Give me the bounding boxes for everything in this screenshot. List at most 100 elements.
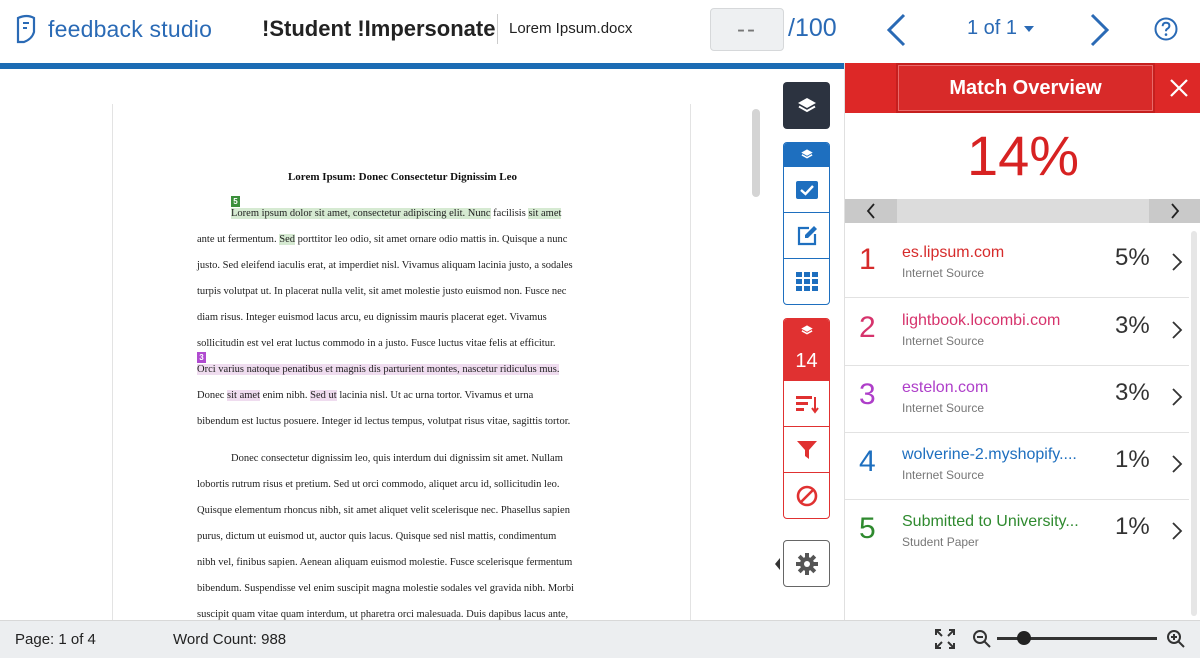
zoom-slider-handle[interactable]: [1017, 631, 1032, 645]
document-text: lacinia nisl. Ut ac urna tortor. Vivamus…: [336, 390, 534, 401]
header-divider: [497, 14, 498, 44]
filter-button[interactable]: [784, 426, 829, 472]
sort-sources-icon: [795, 395, 819, 414]
feedback-summary-button[interactable]: [784, 212, 829, 258]
match-number: 5: [859, 512, 876, 545]
document-line: Donec consectetur dignissim leo, quis in…: [231, 453, 563, 464]
block-icon: [796, 485, 817, 506]
match-percent: 3%: [1115, 379, 1150, 406]
match-badge-3[interactable]: 3: [197, 352, 206, 363]
match-type: Internet Source: [902, 334, 985, 348]
pager-previous-button[interactable]: [845, 199, 897, 223]
zoom-slider[interactable]: [997, 631, 1157, 645]
chevron-left-icon: [866, 203, 875, 219]
gear-icon: [795, 552, 818, 575]
document-line: diam risus. Integer euismod lacus arcu, …: [197, 312, 547, 323]
similarity-layer-header[interactable]: [784, 319, 829, 342]
next-paper-icon[interactable]: [1089, 12, 1111, 48]
fit-to-screen-icon[interactable]: [934, 628, 956, 650]
zoom-out-icon[interactable]: [972, 629, 992, 649]
tool-column: 14: [775, 69, 844, 620]
grade-max: /100: [788, 14, 837, 42]
match-badge-5[interactable]: 5: [231, 196, 240, 207]
match-highlight[interactable]: Lorem ipsum dolor sit amet, consectetur …: [231, 208, 491, 219]
match-item-1[interactable]: 1 es.lipsum.com Internet Source 5%: [845, 231, 1189, 298]
match-highlight[interactable]: Sed: [279, 234, 295, 245]
settings-pointer: [775, 558, 780, 570]
previous-paper-icon[interactable]: [885, 12, 907, 48]
layers-icon: [800, 149, 813, 159]
quickmark-button[interactable]: [784, 166, 829, 212]
document-line: bibendum. Suspendisse vel enim suscipit …: [197, 583, 575, 594]
match-item-3[interactable]: 3 estelon.com Internet Source 3%: [845, 366, 1189, 433]
match-source: Submitted to University...: [902, 513, 1079, 530]
paper-selector[interactable]: 1 of 1: [967, 17, 1035, 40]
document-viewer[interactable]: Lorem Ipsum: Donec Consectetur Dignissim…: [0, 69, 775, 624]
match-item-4[interactable]: 4 wolverine-2.myshopify.... Internet Sou…: [845, 433, 1189, 500]
document-line: nibh vel, finibus sapien. Aenean aliquam…: [197, 557, 573, 568]
match-type: Internet Source: [902, 266, 985, 280]
document-line: Lorem ipsum dolor sit amet, consectetur …: [231, 208, 562, 219]
top-bar: feedback studio !Student !Impersonate Lo…: [0, 0, 1200, 63]
match-percent: 1%: [1115, 446, 1150, 473]
chevron-right-icon: [1172, 321, 1183, 339]
match-highlight[interactable]: Orci varius natoque penatibus et magnis …: [197, 364, 560, 375]
chevron-right-icon: [1172, 522, 1183, 540]
match-highlight[interactable]: Sed ut: [310, 390, 337, 401]
paper-selector-label: 1 of 1: [967, 17, 1018, 39]
document-name: Lorem Ipsum.docx: [509, 20, 633, 37]
match-percent: 3%: [1115, 312, 1150, 339]
excluded-sources-button[interactable]: [784, 472, 829, 518]
document-page: Lorem Ipsum: Donec Consectetur Dignissim…: [112, 104, 691, 624]
app-logo: feedback studio: [14, 14, 212, 44]
feedback-studio-logo-icon: [16, 14, 36, 44]
document-line: purus, dictum ut euismod ut, auctor quis…: [197, 531, 557, 542]
layers-icon: [800, 325, 813, 335]
grading-layer-header[interactable]: [784, 143, 829, 166]
pager-next-button[interactable]: [1149, 199, 1200, 223]
close-icon[interactable]: [1167, 76, 1191, 100]
match-number: 4: [859, 445, 876, 478]
document-line: sollicitudin est vel erat luctus commodo…: [197, 338, 556, 349]
document-line: turpis volutpat ut. In placerat nulla ve…: [197, 286, 567, 297]
match-highlight[interactable]: sit amet: [227, 390, 260, 401]
document-scrollbar[interactable]: [752, 109, 760, 197]
rubric-button[interactable]: [784, 258, 829, 304]
document-line: bibendum est luctus posuere. Integer id …: [197, 416, 571, 427]
match-source: wolverine-2.myshopify....: [902, 446, 1077, 463]
match-type: Student Paper: [902, 535, 979, 549]
match-type: Internet Source: [902, 401, 985, 415]
document-line: justo. Sed eleifend iaculis erat, at imp…: [197, 260, 573, 271]
similarity-score-button[interactable]: 14: [784, 342, 829, 380]
layers-button[interactable]: [783, 82, 830, 129]
match-overview-panel: Match Overview 14% 1 es.lipsum.com Inter…: [844, 63, 1200, 620]
document-text: Donec: [197, 390, 228, 401]
chevron-right-icon: [1172, 455, 1183, 473]
document-line: Orci varius natoque penatibus et magnis …: [197, 364, 560, 375]
match-percent: 1%: [1115, 513, 1150, 540]
all-sources-button[interactable]: [784, 380, 829, 426]
match-source: lightbook.locombi.com: [902, 312, 1061, 329]
settings-button[interactable]: [783, 540, 830, 587]
chevron-down-icon: [1024, 25, 1035, 32]
match-pager: [845, 199, 1200, 223]
grid-icon: [795, 271, 818, 291]
match-item-5[interactable]: 5 Submitted to University... Student Pap…: [845, 500, 1189, 567]
grade-input[interactable]: --: [710, 8, 784, 51]
panel-scrollbar[interactable]: [1191, 231, 1197, 616]
document-line: Quisque elementum rhoncus nibh, sit amet…: [197, 505, 570, 516]
document-line: Donec sit amet enim nibh. Sed ut lacinia…: [197, 390, 533, 401]
grading-tool-group: [783, 142, 830, 305]
zoom-in-icon[interactable]: [1166, 629, 1186, 649]
document-line: ante ut fermentum. Sed porttitor leo odi…: [197, 234, 567, 245]
document-text: ante ut fermentum.: [197, 234, 280, 245]
match-percent: 5%: [1115, 244, 1150, 271]
panel-title: Match Overview: [896, 63, 1155, 113]
chevron-right-icon: [1172, 388, 1183, 406]
similarity-tool-group: 14: [783, 318, 830, 519]
status-bar: Page: 1 of 4 Word Count: 988: [0, 620, 1200, 658]
match-item-2[interactable]: 2 lightbook.locombi.com Internet Source …: [845, 299, 1189, 366]
match-highlight[interactable]: sit amet: [528, 208, 562, 219]
help-icon[interactable]: [1154, 17, 1178, 41]
panel-header: Match Overview: [845, 63, 1200, 113]
